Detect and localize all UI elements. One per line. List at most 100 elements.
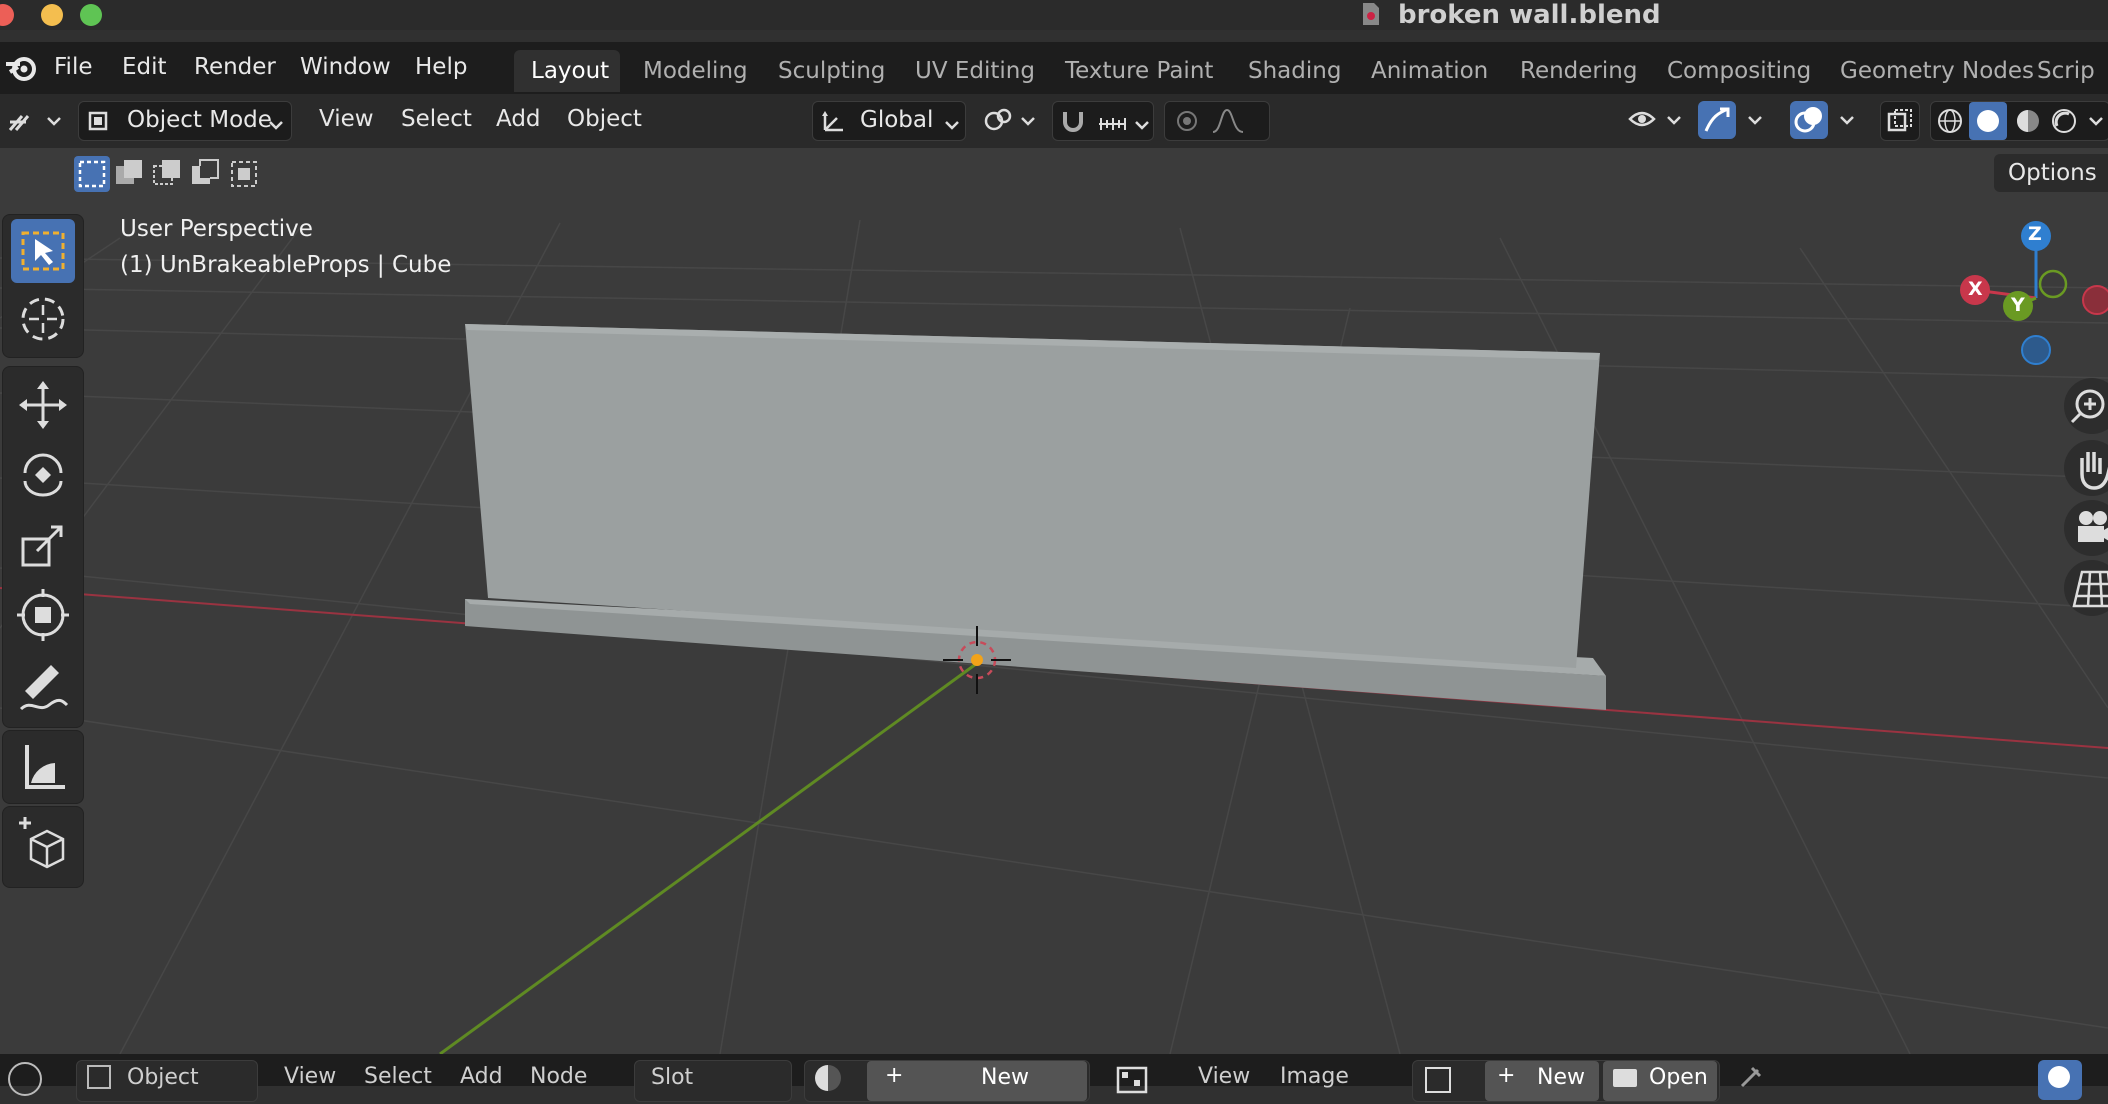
chevron-down-icon: [269, 115, 283, 134]
select-new-icon[interactable]: [74, 156, 110, 192]
tab-animation[interactable]: Animation: [1371, 58, 1488, 84]
measure-tool[interactable]: [11, 735, 75, 799]
menu-edit[interactable]: Edit: [122, 54, 167, 80]
select-subtract-icon[interactable]: [150, 156, 186, 196]
tab-compositing[interactable]: Compositing: [1667, 58, 1811, 84]
select-intersect-icon[interactable]: [226, 156, 262, 196]
node-menu-node[interactable]: Node: [530, 1064, 587, 1089]
visibility-dropdown[interactable]: [1626, 101, 1686, 139]
object-type-dropdown[interactable]: Object: [76, 1060, 258, 1102]
gizmo-toggle[interactable]: [1698, 101, 1768, 139]
tab-modeling[interactable]: Modeling: [643, 58, 748, 84]
proportional-editing-icon[interactable]: [1175, 110, 1199, 136]
image-menu-view[interactable]: View: [1198, 1064, 1250, 1089]
menu-window[interactable]: Window: [300, 54, 391, 80]
mode-dropdown[interactable]: Object Mode: [78, 101, 292, 141]
cursor-tool[interactable]: [11, 287, 75, 351]
header-menu-select[interactable]: Select: [401, 106, 472, 132]
maximize-window-button[interactable]: [80, 4, 102, 26]
new-image-label: New: [1537, 1065, 1585, 1090]
new-image-button[interactable]: + New: [1485, 1061, 1599, 1101]
navigation-gizmo[interactable]: Z X Y: [1950, 218, 2108, 388]
move-tool[interactable]: [11, 373, 75, 437]
editor-type-button[interactable]: [4, 102, 62, 140]
rendered-shading-icon[interactable]: [2051, 108, 2077, 138]
image-editor-type-button[interactable]: [1104, 1060, 1174, 1100]
shading-mode-group[interactable]: [1930, 101, 2108, 141]
pan-view-button[interactable]: [2064, 440, 2108, 496]
camera-view-button[interactable]: [2064, 500, 2108, 556]
zoom-view-button[interactable]: [2064, 378, 2108, 434]
menu-help[interactable]: Help: [415, 54, 467, 80]
snapping-controls[interactable]: [1052, 101, 1154, 141]
tab-scripting[interactable]: Scrip: [2037, 58, 2095, 84]
editor-type-icon[interactable]: [8, 1062, 42, 1096]
add-cube-tool[interactable]: [11, 813, 75, 877]
transform-tool[interactable]: [11, 583, 75, 647]
viewport-scene: [0, 219, 2108, 1054]
title-bar: broken wall.blend: [0, 0, 2108, 30]
options-dropdown[interactable]: Options: [1994, 154, 2108, 192]
perspective-toggle-button[interactable]: [2064, 560, 2108, 616]
blend-file-icon: [1360, 2, 1382, 26]
menu-file[interactable]: File: [54, 54, 93, 80]
chevron-down-icon: [1135, 115, 1149, 134]
folder-icon: [1613, 1069, 1637, 1087]
pin-icon[interactable]: [1738, 1062, 1766, 1094]
falloff-curve-icon[interactable]: [1211, 108, 1245, 138]
tab-uv-editing[interactable]: UV Editing: [915, 58, 1035, 84]
rotate-tool[interactable]: [11, 443, 75, 507]
window-title: broken wall.blend: [1398, 0, 1661, 30]
view-mode-button[interactable]: [2038, 1060, 2082, 1100]
tab-rendering[interactable]: Rendering: [1520, 58, 1637, 84]
tab-geometry-nodes[interactable]: Geometry Nodes: [1840, 58, 2034, 84]
tab-texture-paint[interactable]: Texture Paint: [1065, 58, 1213, 84]
tab-shading[interactable]: Shading: [1248, 58, 1341, 84]
slot-label: Slot: [651, 1065, 694, 1090]
transform-orientation-dropdown[interactable]: Global: [812, 101, 966, 141]
menu-render[interactable]: Render: [194, 54, 276, 80]
top-menu-bar: File Edit Render Window Help Layout Mode…: [0, 42, 2108, 95]
pivot-point-dropdown[interactable]: [980, 101, 1040, 139]
image-datablock-selector[interactable]: + New Open: [1412, 1060, 1720, 1102]
3d-viewport[interactable]: Options User Perspective (1) UnBrakeable…: [0, 148, 2108, 1054]
material-shading-icon[interactable]: [2015, 108, 2041, 138]
bottom-editor-header: Object View Select Add Node Slot + New V…: [0, 1054, 2108, 1102]
node-menu-view[interactable]: View: [284, 1064, 336, 1089]
overlays-toggle[interactable]: [1790, 101, 1860, 139]
tab-layout[interactable]: Layout: [531, 58, 609, 84]
mode-label: Object Mode: [127, 107, 272, 133]
tab-sculpting[interactable]: Sculpting: [778, 58, 885, 84]
gizmo-icon-bg: [1698, 101, 1736, 139]
header-menu-view[interactable]: View: [319, 106, 374, 132]
snap-increment-icon[interactable]: [1097, 110, 1127, 136]
solid-shading-button[interactable]: [1969, 102, 2007, 140]
open-image-button[interactable]: Open: [1603, 1061, 1717, 1101]
select-box-tool[interactable]: [11, 219, 75, 283]
annotate-tool[interactable]: [11, 655, 75, 719]
close-window-button[interactable]: [0, 4, 14, 26]
toolbar-transform-group: [2, 366, 84, 728]
proportional-editing-controls[interactable]: [1164, 101, 1270, 141]
select-mode-group[interactable]: [74, 156, 264, 192]
node-menu-add[interactable]: Add: [460, 1064, 503, 1089]
minimize-window-button[interactable]: [41, 4, 63, 26]
header-menu-add[interactable]: Add: [496, 106, 541, 132]
material-selector[interactable]: + New: [804, 1060, 1090, 1102]
blender-logo-icon[interactable]: [4, 52, 38, 84]
image-browse-icon[interactable]: [1425, 1067, 1451, 1093]
new-material-button[interactable]: + New: [867, 1061, 1087, 1101]
orientation-icon: [821, 108, 849, 134]
image-menu-image[interactable]: Image: [1280, 1064, 1349, 1089]
wireframe-shading-icon[interactable]: [1937, 108, 1963, 138]
select-extend-icon[interactable]: [112, 156, 148, 196]
snap-magnet-icon[interactable]: [1059, 108, 1087, 138]
select-invert-icon[interactable]: [188, 156, 224, 196]
xray-toggle[interactable]: [1880, 101, 1920, 141]
header-menu-object[interactable]: Object: [567, 106, 642, 132]
slot-dropdown[interactable]: Slot: [634, 1060, 792, 1102]
viewport-perspective-label: User Perspective: [120, 216, 313, 242]
node-menu-select[interactable]: Select: [364, 1064, 432, 1089]
gizmo-z-label: Z: [2028, 223, 2042, 245]
scale-tool[interactable]: [11, 513, 75, 577]
